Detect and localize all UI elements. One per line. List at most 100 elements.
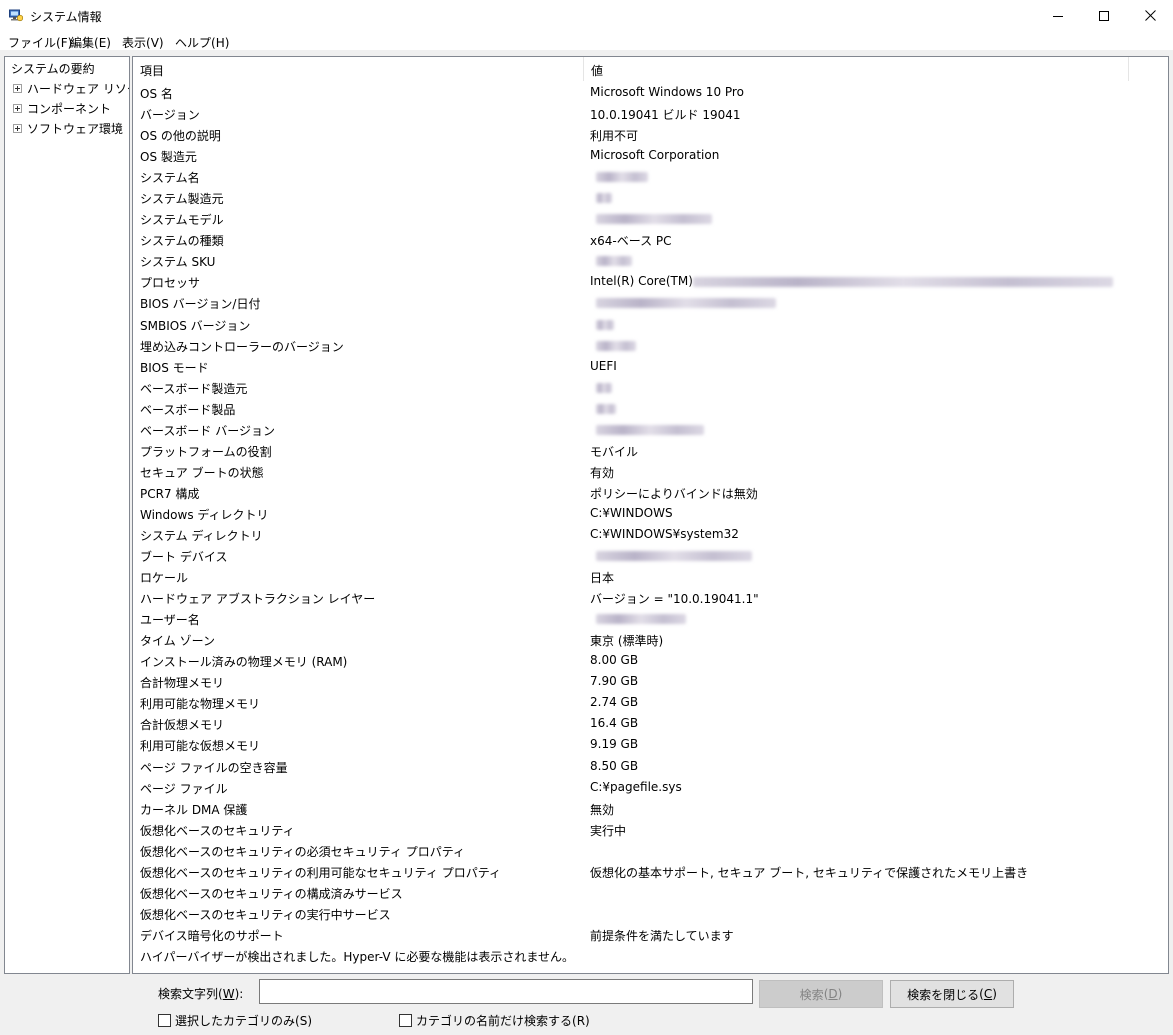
minimize-button[interactable] <box>1035 0 1081 31</box>
row-item: BIOS バージョン/日付 <box>140 297 261 312</box>
table-row[interactable]: ページ ファイルの空き容量 8.50 GB <box>133 756 1168 777</box>
system-information-icon <box>9 9 23 22</box>
checkbox-box[interactable] <box>399 1014 412 1027</box>
redacted-value <box>596 424 704 435</box>
table-row[interactable]: 仮想化ベースのセキュリティ 実行中 <box>133 819 1168 840</box>
table-row[interactable]: セキュア ブートの状態 有効 <box>133 461 1168 482</box>
table-row[interactable]: ページ ファイル C:¥pagefile.sys <box>133 777 1168 798</box>
row-item: システム SKU <box>140 255 216 270</box>
row-item: BIOS モード <box>140 360 209 375</box>
row-item: デバイス暗号化のサポート <box>140 928 284 943</box>
tree-item-system-summary[interactable]: システムの要約 <box>11 60 95 77</box>
row-item: PCR7 構成 <box>140 486 200 501</box>
row-item: 仮想化ベースのセキュリティ <box>140 823 295 838</box>
table-row[interactable]: ベースボード製品 <box>133 398 1168 419</box>
table-row[interactable]: BIOS モード UEFI <box>133 356 1168 377</box>
table-row[interactable]: Windows ディレクトリ C:¥WINDOWS <box>133 503 1168 524</box>
menu-view[interactable]: 表示(V) <box>122 34 164 51</box>
tree-item-hardware-resources[interactable]: ハードウェア リソース <box>13 80 129 96</box>
menu-help-label: ヘルプ <box>175 36 212 50</box>
row-value: 有効 <box>590 465 615 480</box>
table-row[interactable]: システムの種類 x64-ベース PC <box>133 229 1168 250</box>
row-item: ページ ファイルの空き容量 <box>140 760 288 775</box>
close-button[interactable] <box>1127 0 1173 31</box>
table-row[interactable]: タイム ゾーン 東京 (標準時) <box>133 629 1168 650</box>
table-row[interactable]: システム ディレクトリ C:¥WINDOWS¥system32 <box>133 524 1168 545</box>
row-value: UEFI <box>590 358 617 373</box>
expand-icon[interactable] <box>13 123 22 133</box>
tree-item-software-environment[interactable]: ソフトウェア環境 <box>13 120 123 136</box>
table-row[interactable]: プラットフォームの役割 モバイル <box>133 440 1168 461</box>
row-item: ハイパーバイザーが検出されました。Hyper-V に必要な機能は表示されません。 <box>140 949 574 964</box>
table-row[interactable]: ベースボード製造元 <box>133 377 1168 398</box>
checkbox-label: 選択したカテゴリのみ <box>175 1014 296 1028</box>
table-row[interactable]: ベースボード バージョン <box>133 419 1168 440</box>
table-row[interactable]: ユーザー名 <box>133 608 1168 629</box>
table-row[interactable]: ブート デバイス <box>133 545 1168 566</box>
row-item: プラットフォームの役割 <box>140 444 272 459</box>
redacted-value <box>596 614 686 625</box>
table-row[interactable]: カーネル DMA 保護 無効 <box>133 798 1168 819</box>
table-row[interactable]: システム名 <box>133 166 1168 187</box>
expand-icon[interactable] <box>13 83 22 93</box>
table-row[interactable]: システム SKU <box>133 250 1168 271</box>
table-row[interactable]: 仮想化ベースのセキュリティの実行中サービス <box>133 903 1168 924</box>
redacted-value <box>596 298 776 309</box>
row-item: OS 製造元 <box>140 150 197 165</box>
row-item: タイム ゾーン <box>140 634 215 649</box>
table-row[interactable]: 埋め込みコントローラーのバージョン <box>133 335 1168 356</box>
tree-item-components[interactable]: コンポーネント <box>13 100 111 116</box>
table-row[interactable]: 利用可能な物理メモリ 2.74 GB <box>133 692 1168 713</box>
category-names-only-checkbox[interactable]: カテゴリの名前だけ検索する (R) <box>399 1012 590 1029</box>
expand-icon[interactable] <box>13 103 22 113</box>
column-header-item[interactable]: 項目 <box>133 57 583 81</box>
table-row[interactable]: 合計物理メモリ 7.90 GB <box>133 671 1168 692</box>
table-row[interactable]: BIOS バージョン/日付 <box>133 292 1168 313</box>
selected-category-only-checkbox[interactable]: 選択したカテゴリのみ (S) <box>158 1012 312 1029</box>
row-item: SMBIOS バージョン <box>140 318 251 333</box>
maximize-button[interactable] <box>1081 0 1127 31</box>
table-row[interactable]: ロケール 日本 <box>133 566 1168 587</box>
row-value: 実行中 <box>590 823 627 838</box>
table-row[interactable]: 仮想化ベースのセキュリティの構成済みサービス <box>133 882 1168 903</box>
row-value: 前提条件を満たしています <box>590 928 734 943</box>
table-row[interactable]: OS 名 Microsoft Windows 10 Pro <box>133 82 1168 103</box>
category-tree[interactable]: システムの要約 ハードウェア リソース コンポーネント ソフトウェア環境 <box>4 56 130 974</box>
redacted-value <box>693 277 1113 288</box>
row-value: ポリシーによりバインドは無効 <box>590 486 758 501</box>
table-row[interactable]: 仮想化ベースのセキュリティの利用可能なセキュリティ プロパティ 仮想化の基本サポー… <box>133 861 1168 882</box>
table-row[interactable]: PCR7 構成 ポリシーによりバインドは無効 <box>133 482 1168 503</box>
table-row[interactable]: インストール済みの物理メモリ (RAM) 8.00 GB <box>133 650 1168 671</box>
table-row[interactable]: プロセッサ Intel(R) Core(TM) <box>133 271 1168 292</box>
row-item: 合計物理メモリ <box>140 676 225 691</box>
menu-help[interactable]: ヘルプ(H) <box>175 34 229 51</box>
checkbox-box[interactable] <box>158 1014 171 1027</box>
row-item: Windows ディレクトリ <box>140 507 269 522</box>
find-button[interactable]: 検索(D) <box>759 980 883 1008</box>
table-row[interactable]: ハイパーバイザーが検出されました。Hyper-V に必要な機能は表示されません。 <box>133 945 1168 966</box>
column-divider[interactable] <box>1128 57 1129 81</box>
table-row[interactable]: バージョン 10.0.19041 ビルド 19041 <box>133 103 1168 124</box>
table-row[interactable]: OS 製造元 Microsoft Corporation <box>133 145 1168 166</box>
menu-file[interactable]: ファイル(F) <box>8 34 72 51</box>
table-row[interactable]: 利用可能な仮想メモリ 9.19 GB <box>133 734 1168 755</box>
menu-edit[interactable]: 編集(E) <box>70 34 111 51</box>
table-row[interactable]: 仮想化ベースのセキュリティの必須セキュリティ プロパティ <box>133 840 1168 861</box>
details-list[interactable]: 項目 値 OS 名 Microsoft Windows 10 Pro バージョン 10… <box>132 56 1169 974</box>
search-input[interactable] <box>259 979 753 1004</box>
row-item: 利用可能な仮想メモリ <box>140 739 261 754</box>
table-row[interactable]: システム製造元 <box>133 187 1168 208</box>
column-header-value[interactable]: 値 <box>584 57 1128 81</box>
row-value: 7.90 GB <box>590 674 639 689</box>
table-row[interactable]: デバイス暗号化のサポート 前提条件を満たしています <box>133 924 1168 945</box>
table-row[interactable]: システムモデル <box>133 208 1168 229</box>
table-row[interactable]: ハードウェア アブストラクション レイヤー バージョン = "10.0.19041… <box>133 587 1168 608</box>
row-item: ベースボード バージョン <box>140 423 275 438</box>
table-row[interactable]: 合計仮想メモリ 16.4 GB <box>133 713 1168 734</box>
table-row[interactable]: SMBIOS バージョン <box>133 314 1168 335</box>
maximize-icon <box>1099 10 1109 21</box>
row-item: ベースボード製造元 <box>140 381 248 396</box>
close-find-button[interactable]: 検索を閉じる(C) <box>890 980 1014 1008</box>
table-row[interactable]: OS の他の説明 利用不可 <box>133 124 1168 145</box>
row-item: システム製造元 <box>140 192 224 207</box>
